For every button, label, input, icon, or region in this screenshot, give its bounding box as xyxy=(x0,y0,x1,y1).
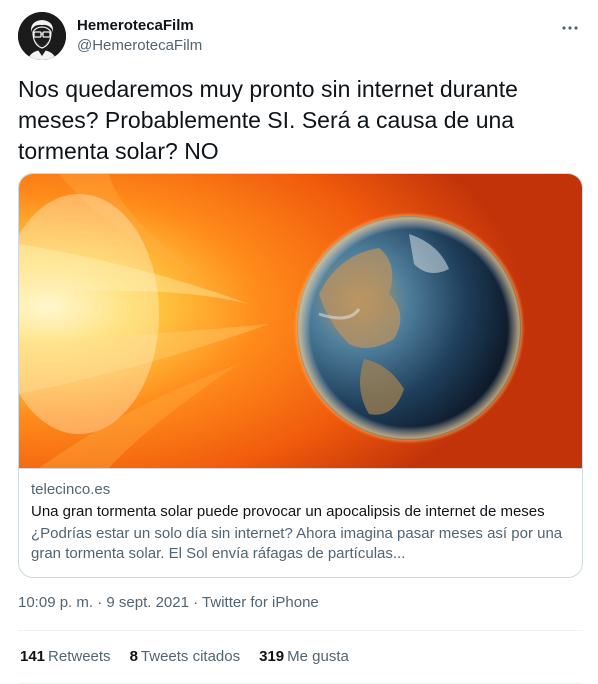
author-display-name[interactable]: HemerotecaFilm xyxy=(77,16,202,36)
quote-tweets-stat[interactable]: 8 Tweets citados xyxy=(130,647,241,667)
author-names: HemerotecaFilm @HemerotecaFilm xyxy=(77,16,202,56)
quotes-label: Tweets citados xyxy=(140,648,241,665)
likes-label: Me gusta xyxy=(287,648,349,665)
card-description: ¿Podrías estar un solo día sin internet?… xyxy=(31,525,563,562)
card-domain: telecinco.es xyxy=(31,481,111,498)
tweet-header: HemerotecaFilm @HemerotecaFilm xyxy=(18,12,584,64)
avatar-illustration-icon xyxy=(18,12,66,60)
tweet-text: Nos quedaremos muy pronto sin internet d… xyxy=(18,76,518,164)
solar-storm-earth-image xyxy=(19,174,582,468)
meta-separator: · xyxy=(188,594,203,611)
more-options-button[interactable] xyxy=(558,18,582,38)
card-title[interactable]: Una gran tormenta solar puede provocar u… xyxy=(31,502,568,522)
link-card[interactable]: telecinco.es Una gran tormenta solar pue… xyxy=(18,173,583,578)
retweets-stat[interactable]: 141 Retweets xyxy=(20,647,111,667)
avatar[interactable] xyxy=(18,12,66,60)
tweet-stats: 141 Retweets 8 Tweets citados 319 Me gusta xyxy=(20,647,368,667)
tweet-time[interactable]: 10:09 p. m. xyxy=(18,594,93,611)
tweet-source[interactable]: Twitter for iPhone xyxy=(202,594,319,611)
author-handle[interactable]: @HemerotecaFilm xyxy=(77,36,202,56)
retweets-count: 141 xyxy=(20,648,46,665)
retweets-label: Retweets xyxy=(48,648,111,665)
likes-count: 319 xyxy=(259,648,285,665)
tweet-meta: 10:09 p. m. · 9 sept. 2021 · Twitter for… xyxy=(18,593,319,613)
meta-separator: · xyxy=(93,594,107,611)
tweet-date[interactable]: 9 sept. 2021 xyxy=(106,594,189,611)
likes-stat[interactable]: 319 Me gusta xyxy=(259,647,349,667)
more-horizontal-icon xyxy=(562,26,578,30)
card-text: telecinco.es Una gran tormenta solar pue… xyxy=(31,480,568,564)
quotes-count: 8 xyxy=(129,648,138,665)
card-image[interactable] xyxy=(19,174,582,469)
divider xyxy=(18,630,583,631)
